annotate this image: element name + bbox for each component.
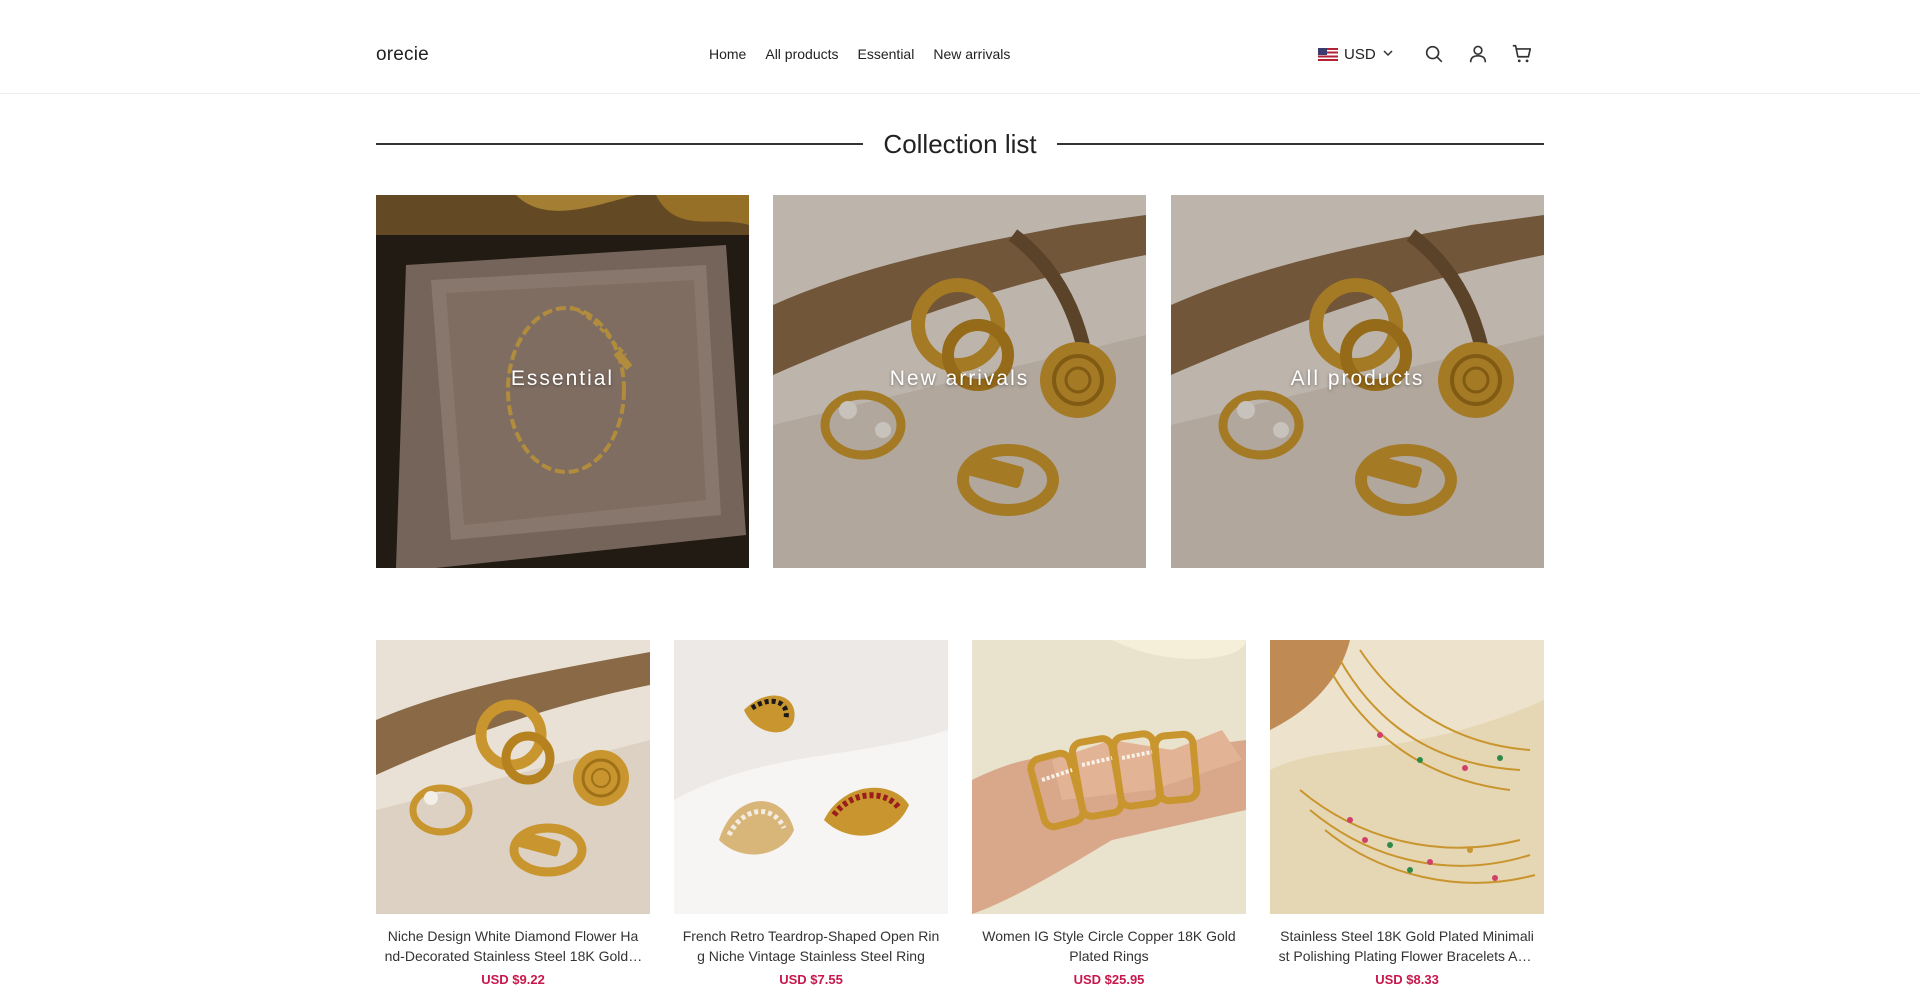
account-icon[interactable] <box>1467 43 1489 65</box>
product-title[interactable]: Niche Design White Diamond Flower Hand-D… <box>376 926 650 966</box>
currency-label: USD <box>1344 46 1376 63</box>
main-nav: Home All products Essential New arrivals <box>709 46 1010 62</box>
nav-all-products[interactable]: All products <box>765 46 838 62</box>
product-price: USD $9.22 <box>481 972 545 987</box>
product-image[interactable] <box>376 640 650 914</box>
nav-new-arrivals[interactable]: New arrivals <box>933 46 1010 62</box>
collection-card-all-products[interactable]: All products <box>1171 195 1544 568</box>
store-logo[interactable]: orecie <box>376 44 429 66</box>
currency-selector[interactable]: USD <box>1318 46 1394 63</box>
collection-label-new-arrivals: New arrivals <box>889 367 1030 390</box>
collection-card-essential[interactable]: Essential <box>376 195 749 568</box>
nav-home[interactable]: Home <box>709 46 746 62</box>
product-title[interactable]: French Retro Teardrop-Shaped Open Ring N… <box>674 926 948 966</box>
site-header: orecie Home All products Essential New a… <box>0 0 1920 94</box>
product-card[interactable]: Niche Design White Diamond Flower Hand-D… <box>376 640 650 987</box>
product-image[interactable] <box>674 640 948 914</box>
product-title[interactable]: Stainless Steel 18K Gold Plated Minimali… <box>1270 926 1544 966</box>
product-title[interactable]: Women IG Style Circle Copper 18K Gold Pl… <box>972 926 1246 966</box>
product-price: USD $8.33 <box>1375 972 1439 987</box>
collection-grid: Essential New arrivals All products <box>376 195 1544 568</box>
us-flag-icon <box>1318 48 1338 61</box>
heading-divider-left <box>376 143 864 145</box>
cart-icon[interactable] <box>1511 43 1533 65</box>
product-card[interactable]: Stainless Steel 18K Gold Plated Minimali… <box>1270 640 1544 987</box>
product-card[interactable]: French Retro Teardrop-Shaped Open Ring N… <box>674 640 948 987</box>
chevron-down-icon <box>1382 46 1394 63</box>
product-image[interactable] <box>972 640 1246 914</box>
collection-card-new-arrivals[interactable]: New arrivals <box>773 195 1146 568</box>
search-icon[interactable] <box>1423 43 1445 65</box>
product-image[interactable] <box>1270 640 1544 914</box>
product-price: USD $25.95 <box>1073 972 1145 987</box>
nav-essential[interactable]: Essential <box>858 46 915 62</box>
section-title: Collection list <box>883 128 1037 159</box>
collection-label-essential: Essential <box>510 367 615 390</box>
product-price: USD $7.55 <box>779 972 843 987</box>
product-card[interactable]: Women IG Style Circle Copper 18K Gold Pl… <box>972 640 1246 987</box>
collection-label-all-products: All products <box>1290 367 1425 390</box>
heading-divider-right <box>1056 143 1545 145</box>
collection-list-heading: Collection list <box>376 124 1545 164</box>
